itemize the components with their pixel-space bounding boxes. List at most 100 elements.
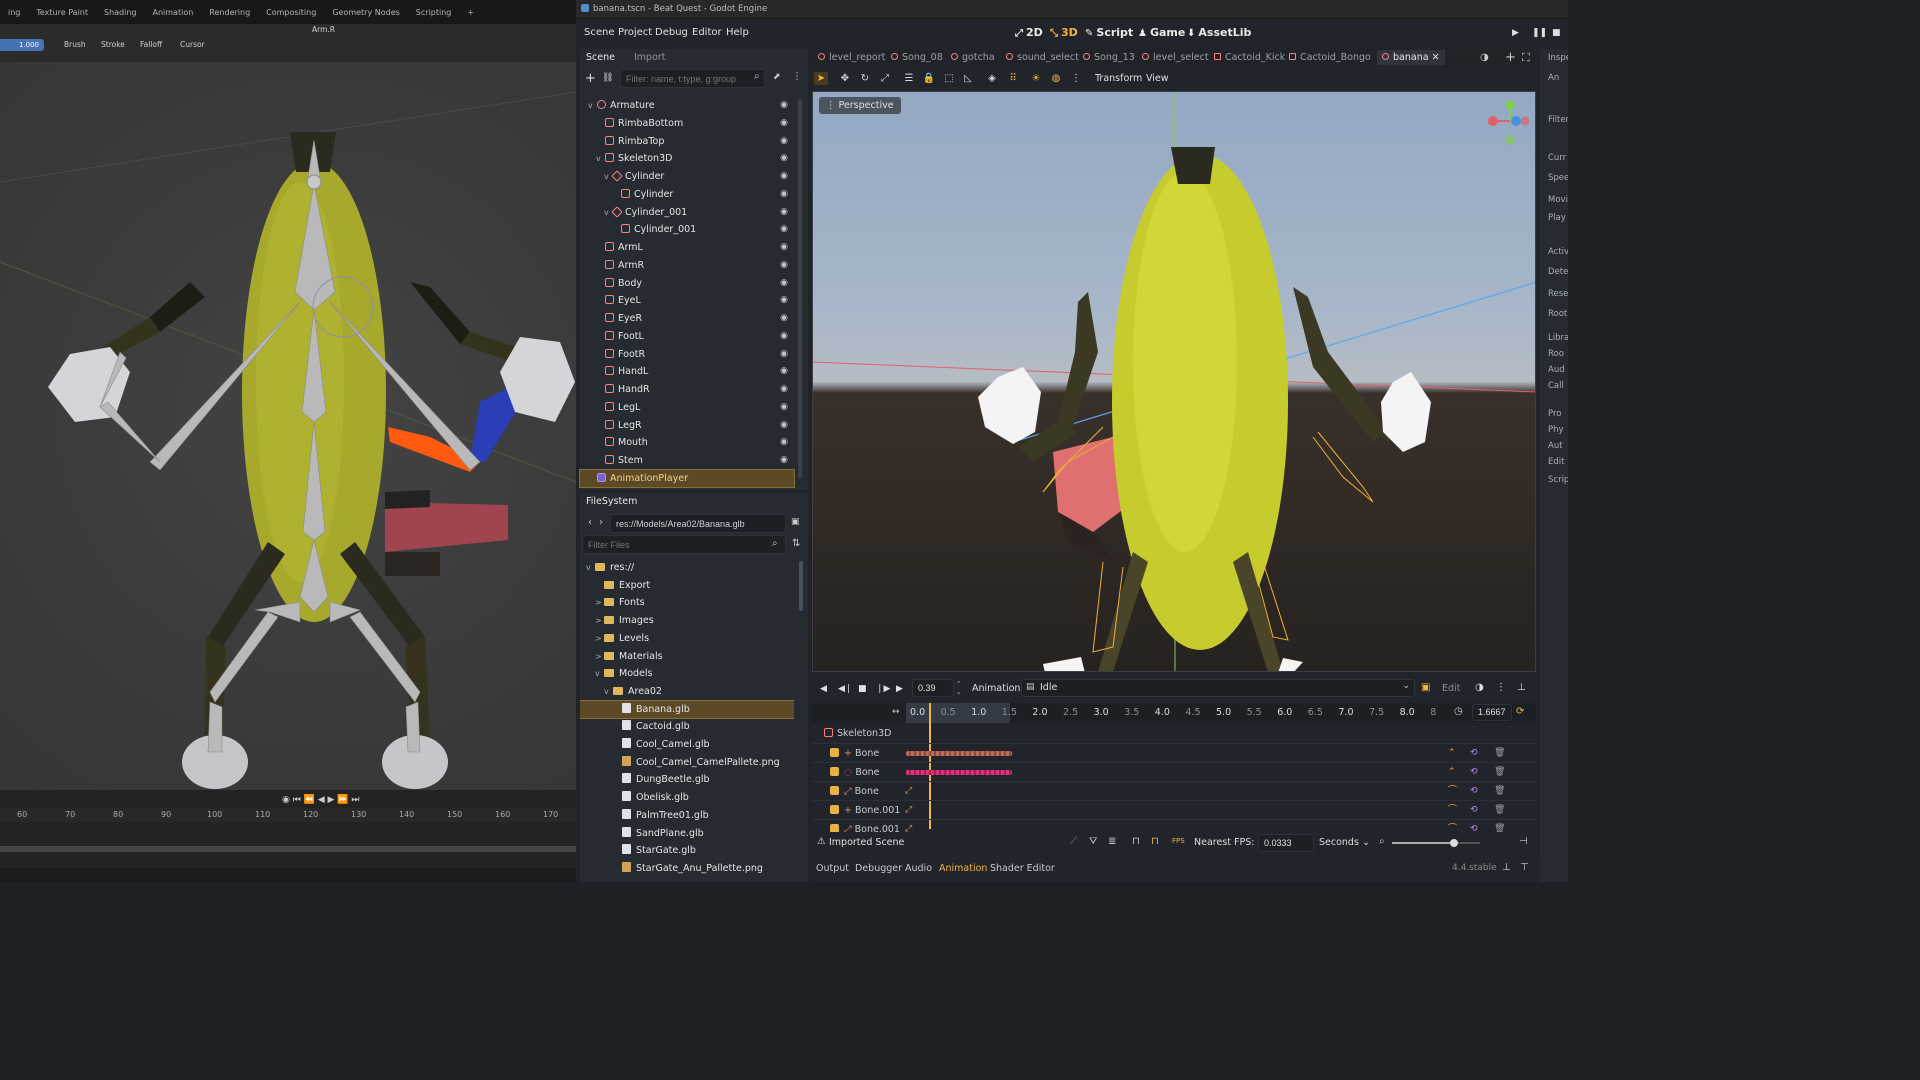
scene-node[interactable]: Body ◉: [580, 275, 794, 292]
interpolation-icon[interactable]: ⌃: [1448, 744, 1456, 763]
scene-tab[interactable]: Song_08: [891, 52, 943, 63]
inspector-property-label[interactable]: Activ: [1548, 247, 1568, 257]
edit-menu[interactable]: Edit: [1442, 683, 1460, 694]
tab-output[interactable]: Output: [816, 863, 849, 874]
toggle-split-icon[interactable]: ▣: [791, 517, 800, 527]
scene-node[interactable]: LegR ◉: [580, 417, 794, 434]
inspector-property-label[interactable]: Edit: [1548, 457, 1564, 467]
stop-icon[interactable]: ■: [858, 684, 867, 694]
link-icon[interactable]: ⛓: [602, 73, 613, 83]
file-tree-item[interactable]: Cactoid.glb: [580, 718, 794, 736]
scene-node[interactable]: EyeL ◉: [580, 292, 794, 309]
file-tree-item[interactable]: Banana.glb: [580, 699, 794, 720]
keyframe-strip[interactable]: [906, 770, 1012, 775]
scene-tab[interactable]: level_select: [1142, 52, 1209, 63]
visibility-eye-icon[interactable]: ◉: [780, 221, 788, 238]
menu-project[interactable]: Project: [618, 27, 652, 38]
path-field[interactable]: [610, 514, 786, 533]
delete-track-icon[interactable]: 🗑: [1494, 744, 1505, 763]
environment-preview-icon[interactable]: ◍: [1049, 72, 1063, 85]
delete-track-icon[interactable]: 🗑: [1494, 782, 1505, 801]
fold-arrow-icon[interactable]: v: [595, 665, 604, 683]
visibility-eye-icon[interactable]: ◉: [780, 115, 788, 132]
file-tree[interactable]: v res:// Export > Fonts > Images > Levels > Materi…: [580, 559, 794, 882]
loop-mode-icon[interactable]: ⟲: [1470, 763, 1478, 782]
scene-node[interactable]: v Cylinder ◉: [580, 168, 794, 185]
more-options-icon[interactable]: ⋮: [1069, 72, 1083, 85]
inspector-property-label[interactable]: Libra: [1548, 333, 1568, 343]
menu-help[interactable]: Help: [726, 27, 749, 38]
blender-workspace-tab[interactable]: Shading: [96, 8, 145, 17]
tab-scene[interactable]: Scene: [586, 52, 615, 63]
file-tree-item[interactable]: v Models: [580, 665, 794, 683]
track-enabled-checkbox[interactable]: [830, 805, 839, 814]
animation-track[interactable]: + Bone.001 ⤢ ⌒ ⟲ 🗑: [812, 800, 1536, 819]
blender-stroke-menu[interactable]: Stroke: [101, 40, 125, 49]
blender-workspace-tab[interactable]: Geometry Nodes: [324, 8, 407, 17]
inspector-property-label[interactable]: Inspe: [1548, 53, 1568, 63]
fold-arrow-icon[interactable]: v: [588, 97, 597, 114]
main-tab-2d[interactable]: ⤢ 2D: [1015, 26, 1043, 39]
scene-tab[interactable]: sound_select: [1006, 52, 1079, 63]
play-backwards-icon[interactable]: ◀: [820, 684, 827, 694]
blender-workspace-tab[interactable]: Rendering: [201, 8, 258, 17]
loop-mode-icon[interactable]: ⟲: [1470, 801, 1478, 820]
inspector-property-label[interactable]: An: [1548, 73, 1559, 83]
scene-node[interactable]: Cylinder_001 ◉: [580, 221, 794, 238]
play-icon[interactable]: ▶: [896, 684, 903, 694]
file-tree-item[interactable]: StarGate.glb: [580, 842, 794, 860]
track-enabled-checkbox[interactable]: [830, 767, 839, 776]
scene-tree[interactable]: v Armature ◉ RimbaBottom ◉ RimbaTop ◉ v Skeleton…: [579, 97, 795, 489]
blender-workspace-tab[interactable]: Scripting: [408, 8, 460, 17]
time-unit-select[interactable]: Seconds ⌄: [1319, 837, 1370, 848]
visibility-eye-icon[interactable]: ◉: [780, 292, 788, 309]
visibility-eye-icon[interactable]: ◉: [780, 310, 788, 327]
fps-snap-icon[interactable]: ⊓: [1151, 836, 1159, 847]
sort-icon[interactable]: ≣: [1108, 836, 1116, 847]
track-enabled-checkbox[interactable]: [830, 748, 839, 757]
file-tree-item[interactable]: PalmTree01.glb: [580, 807, 794, 825]
blender-viewport[interactable]: [0, 62, 576, 790]
visibility-eye-icon[interactable]: ◉: [780, 275, 788, 292]
lock-icon[interactable]: 🔒: [922, 72, 936, 85]
select-mode-icon[interactable]: ➤: [814, 72, 828, 85]
inspector-property-label[interactable]: Call: [1548, 381, 1564, 391]
visibility-eye-icon[interactable]: ◉: [780, 363, 788, 380]
inspector-property-label[interactable]: Phy: [1548, 425, 1564, 435]
loop-icon[interactable]: ⟳: [1516, 706, 1524, 717]
file-tree-item[interactable]: > Levels: [580, 630, 794, 648]
scene-node[interactable]: Mouth ◉: [580, 434, 794, 451]
scene-node[interactable]: RimbaTop ◉: [580, 133, 794, 150]
interpolation-icon[interactable]: ⌃: [1448, 763, 1456, 782]
autoplay-icon[interactable]: ▣: [1421, 682, 1430, 693]
file-tree-item[interactable]: > Materials: [580, 648, 794, 666]
list-select-icon[interactable]: ☰: [902, 72, 916, 85]
inspector-property-label[interactable]: Dete: [1548, 267, 1568, 277]
visibility-eye-icon[interactable]: ◉: [780, 257, 788, 274]
fold-arrow-icon[interactable]: >: [595, 612, 604, 630]
fold-arrow-icon[interactable]: v: [596, 150, 605, 167]
visibility-eye-icon[interactable]: ◉: [780, 133, 788, 150]
visibility-eye-icon[interactable]: ◉: [780, 239, 788, 256]
main-tab-game[interactable]: ♟ Game: [1138, 26, 1185, 39]
tab-animation[interactable]: Animation: [939, 863, 987, 874]
scene-node[interactable]: LegL ◉: [580, 399, 794, 416]
scene-node[interactable]: RimbaBottom ◉: [580, 115, 794, 132]
scale-mode-icon[interactable]: ⤢: [878, 72, 892, 85]
visibility-eye-icon[interactable]: ◉: [780, 417, 788, 434]
blender-workspace-tab[interactable]: Compositing: [258, 8, 324, 17]
scene-node[interactable]: v Skeleton3D ◉: [580, 150, 794, 167]
perspective-menu[interactable]: ⋮ Perspective: [819, 97, 901, 114]
scene-node[interactable]: v Armature ◉: [580, 97, 794, 114]
play-backwards-from-end-icon[interactable]: ◀❘: [838, 684, 852, 694]
inspector-property-label[interactable]: Play: [1548, 213, 1566, 223]
menu-editor[interactable]: Editor: [692, 27, 722, 38]
loop-mode-icon[interactable]: ⟲: [1470, 782, 1478, 801]
view-gizmo[interactable]: [1485, 96, 1535, 146]
tab-debugger[interactable]: Debugger: [855, 863, 902, 874]
file-tree-item[interactable]: > Images: [580, 612, 794, 630]
blender-cursor-menu[interactable]: Cursor: [180, 40, 205, 49]
step-field[interactable]: [1258, 834, 1314, 852]
sort-icon[interactable]: ⇅: [792, 538, 800, 549]
blender-workspace-tab[interactable]: +: [459, 8, 482, 17]
